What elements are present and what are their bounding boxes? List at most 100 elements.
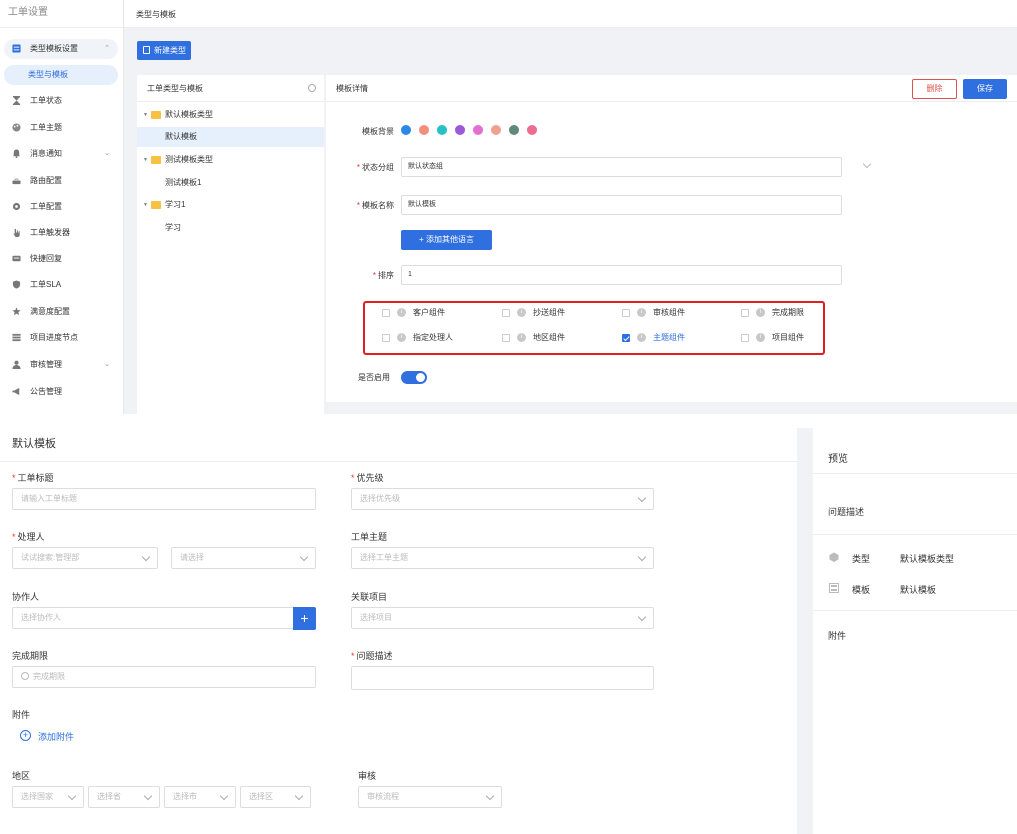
component-label: 项目组件 (772, 333, 804, 342)
tree-node-study[interactable]: ▼ 学习1 (137, 195, 324, 215)
city-select[interactable]: 选择市 (164, 786, 236, 808)
sidebar-item-template-settings[interactable]: 类型模板设置 ⌃ (4, 39, 118, 59)
sidebar-item-label: 工单配置 (30, 202, 62, 211)
handler-user-select[interactable]: 请选择 (171, 547, 316, 569)
delete-button[interactable]: 删除 (912, 79, 957, 99)
status-group-select[interactable]: 默认状态组 (401, 157, 842, 177)
enable-toggle[interactable] (401, 371, 427, 384)
tree-node-label: 测试模板1 (165, 178, 202, 187)
sidebar-item-topic[interactable]: 工单主题 (4, 118, 118, 138)
sidebar-item-announcement[interactable]: 公告管理 (4, 382, 118, 402)
sidebar-item-type-template[interactable]: 类型与模板 (4, 65, 118, 85)
user-icon (12, 360, 21, 369)
tree-node-default-type[interactable]: ▼ 默认模板类型 (137, 105, 324, 125)
caret-down-icon: ▼ (143, 112, 148, 118)
checkbox[interactable] (502, 309, 510, 317)
divider (0, 461, 797, 462)
province-select[interactable]: 选择省 (88, 786, 160, 808)
checkbox[interactable] (741, 309, 749, 317)
region-label: 地区 (12, 771, 31, 781)
district-select[interactable]: 选择区 (240, 786, 311, 808)
form-preview-section: 默认模板 * 工单标题 请输入工单标题 * 优先级 选择优先级 * 处理人 试试搜索:… (0, 414, 1017, 834)
tree-node-test-template[interactable]: 测试模板1 (137, 173, 324, 193)
add-collaborator-button[interactable]: + (293, 607, 316, 630)
sidebar-item-router[interactable]: 路由配置 (4, 171, 118, 191)
handler-dept-select[interactable]: 试试搜索:管理部 (12, 547, 158, 569)
color-swatch[interactable] (527, 125, 537, 135)
info-icon: i (756, 308, 765, 317)
template-name-text: 模板名称 (362, 201, 394, 210)
tree-node-test-type[interactable]: ▼ 测试模板类型 (137, 150, 324, 170)
priority-text: 优先级 (356, 473, 384, 483)
save-button[interactable]: 保存 (963, 79, 1007, 99)
sidebar-item-label: 满意度配置 (30, 307, 70, 316)
new-type-button[interactable]: 新建类型 (137, 41, 191, 60)
chevron-down-icon (637, 612, 647, 622)
preview-description: 问题描述 (828, 507, 865, 517)
sidebar-item-sla[interactable]: 工单SLA (4, 275, 118, 295)
component-label: 主题组件 (653, 333, 685, 342)
sidebar-item-audit[interactable]: 审核管理 ⌄ (4, 355, 118, 375)
breadcrumb: 类型与模板 (136, 10, 176, 19)
sidebar-item-satisfaction[interactable]: 满意度配置 (4, 302, 118, 322)
color-swatch[interactable] (419, 125, 429, 135)
deadline-placeholder: 完成期限 (33, 672, 65, 681)
checkbox[interactable] (382, 309, 390, 317)
order-text: 排序 (378, 271, 394, 280)
component-label: 客户组件 (413, 308, 445, 317)
handler-dept-placeholder: 试试搜索:管理部 (21, 553, 80, 562)
ticket-title-input[interactable]: 请输入工单标题 (12, 488, 316, 510)
audit-label: 审核 (358, 771, 377, 781)
collaborator-label: 协作人 (12, 592, 40, 602)
chevron-down-icon: ⌄ (104, 150, 110, 157)
project-placeholder: 选择项目 (360, 613, 392, 622)
sidebar-item-status[interactable]: 工单状态 (4, 91, 118, 111)
color-swatch[interactable] (509, 125, 519, 135)
priority-select[interactable]: 选择优先级 (351, 488, 654, 510)
document-icon (143, 46, 150, 54)
add-language-button[interactable]: + 添加其他语言 (401, 230, 492, 250)
collaborator-input[interactable]: 选择协作人 (12, 607, 294, 629)
checkbox[interactable] (502, 334, 510, 342)
cube-icon (829, 552, 839, 562)
deadline-picker[interactable]: 完成期限 (12, 666, 316, 688)
sidebar-item-config[interactable]: 工单配置 (4, 197, 118, 217)
sidebar-item-label: 工单主题 (30, 123, 62, 132)
chevron-down-icon (67, 791, 77, 801)
color-swatch[interactable] (437, 125, 447, 135)
template-icon (12, 44, 21, 53)
checkbox[interactable] (382, 334, 390, 342)
sidebar-item-label: 类型模板设置 (30, 44, 78, 53)
template-name-label: * 模板名称 (356, 201, 394, 210)
sidebar-item-quick-reply[interactable]: 快捷回复 (4, 249, 118, 269)
divider (813, 610, 1017, 611)
color-swatch[interactable] (473, 125, 483, 135)
country-select[interactable]: 选择国家 (12, 786, 84, 808)
checkbox[interactable] (622, 309, 630, 317)
checkbox-checked[interactable] (622, 334, 630, 342)
info-icon: i (637, 308, 646, 317)
sidebar-item-progress[interactable]: 项目进度节点 (4, 328, 118, 348)
tree-node-study-template[interactable]: 学习 (137, 218, 324, 238)
audit-select[interactable]: 审核流程 (358, 786, 502, 808)
color-swatch[interactable] (491, 125, 501, 135)
tree-node-label: 测试模板类型 (165, 155, 213, 164)
chevron-down-icon (299, 552, 309, 562)
chevron-down-icon (294, 791, 304, 801)
color-swatch[interactable] (455, 125, 465, 135)
search-icon[interactable] (308, 84, 316, 92)
template-name-input[interactable]: 默认模板 (401, 195, 842, 215)
description-textarea[interactable] (351, 666, 654, 690)
color-swatch[interactable] (401, 125, 411, 135)
sidebar-item-notify[interactable]: 消息通知 ⌄ (4, 144, 118, 164)
checkbox[interactable] (741, 334, 749, 342)
project-select[interactable]: 选择项目 (351, 607, 654, 629)
preview-type-label: 类型 (852, 554, 871, 564)
shield-icon (12, 280, 21, 289)
tree-node-default-template[interactable]: 默认模板 (137, 127, 324, 147)
topic-select[interactable]: 选择工单主题 (351, 547, 654, 569)
chevron-down-icon[interactable] (862, 159, 872, 169)
folder-icon (151, 111, 161, 119)
sidebar-item-trigger[interactable]: 工单触发器 (4, 223, 118, 243)
order-input[interactable]: 1 (401, 265, 842, 285)
